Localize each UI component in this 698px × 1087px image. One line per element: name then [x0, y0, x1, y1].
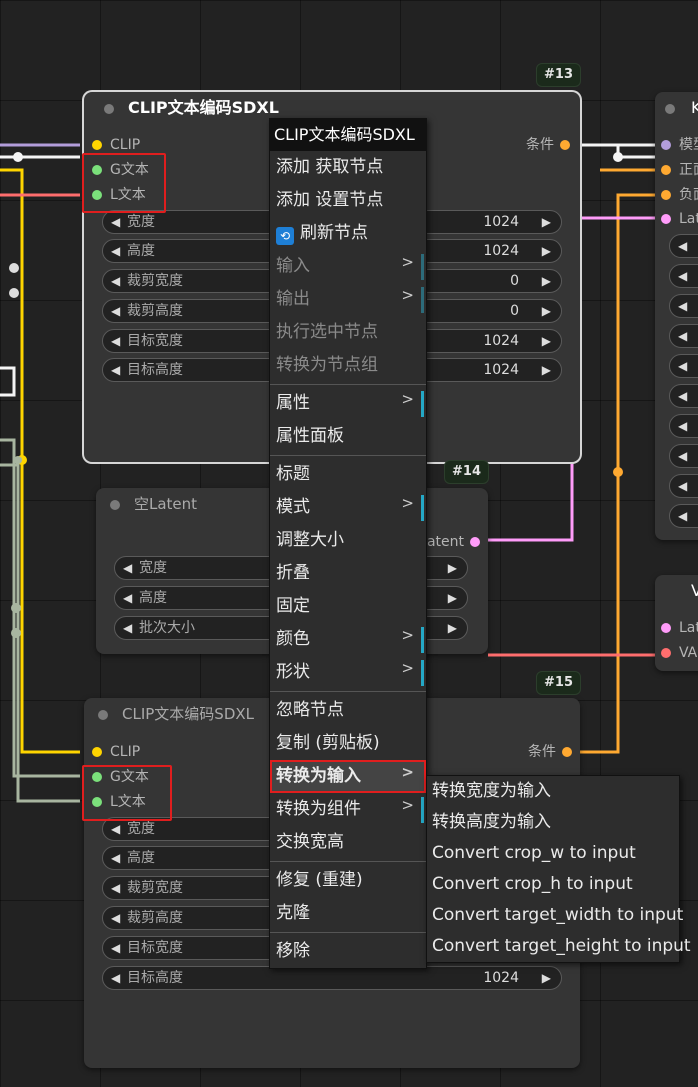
output-latent[interactable]: Latent: [419, 532, 480, 552]
menu-item-clone[interactable]: 克隆: [270, 897, 426, 930]
widget-partial[interactable]: ◀: [669, 234, 698, 258]
submenu-arrow-icon: >: [401, 626, 414, 644]
node-id-badge: #13: [536, 63, 581, 87]
menu-item-mode[interactable]: 模式 >: [270, 491, 426, 524]
context-menu-title: CLIP文本编码SDXL: [270, 119, 426, 151]
submenu-item-convert-target-height[interactable]: Convert target_height to input: [427, 931, 691, 962]
node-ksampler-partial[interactable]: K 模型 正面 负面 Latent ◀ ◀ ◀ ◀ ◀ ◀ ◀ ◀ ◀ ◀: [655, 92, 698, 540]
menu-item-properties[interactable]: 属性 >: [270, 387, 426, 420]
menu-item-add-get-node[interactable]: 添加 获取节点: [270, 151, 426, 184]
menu-separator: [270, 861, 426, 862]
submenu-arrow-icon: >: [401, 286, 414, 304]
submenu-item-convert-crop-h[interactable]: Convert crop_h to input: [427, 869, 679, 900]
input-latent[interactable]: Latent: [661, 618, 698, 638]
menu-item-shapes[interactable]: 形状 >: [270, 656, 426, 689]
widget-partial[interactable]: ◀: [669, 324, 698, 348]
input-clip[interactable]: CLIP: [92, 135, 140, 155]
menu-item-fix-recreate[interactable]: 修复 (重建): [270, 864, 426, 897]
highlight-box-text-inputs-15: [82, 765, 172, 821]
node-title: V: [691, 581, 698, 600]
menu-item-outputs[interactable]: 输出 >: [270, 283, 426, 316]
menu-item-convert-to-group-node[interactable]: 转换为节点组: [270, 349, 426, 382]
output-conditioning[interactable]: 条件: [526, 135, 570, 155]
output-conditioning[interactable]: 条件: [528, 742, 572, 762]
submenu-indicator: [421, 660, 424, 686]
convert-to-input-submenu[interactable]: 转换宽度为输入 转换高度为输入 Convert crop_w to input …: [426, 775, 691, 963]
menu-item-resize[interactable]: 调整大小: [270, 524, 426, 557]
submenu-indicator: [421, 287, 424, 313]
input-vae[interactable]: VAE: [661, 643, 698, 663]
widget-partial[interactable]: ◀: [669, 474, 698, 498]
menu-separator: [270, 455, 426, 456]
node-id-badge: #15: [536, 671, 581, 695]
node-vae-decode-partial[interactable]: V Latent VAE: [655, 575, 698, 671]
menu-item-convert-to-widget[interactable]: 转换为组件 >: [270, 793, 426, 826]
submenu-arrow-icon: >: [401, 763, 414, 781]
widget-target-height[interactable]: ◀ 目标高度 1024 ▶: [102, 966, 562, 990]
submenu-item-convert-height[interactable]: 转换高度为输入: [427, 807, 679, 838]
input-latent[interactable]: Latent: [661, 209, 698, 229]
menu-separator: [270, 932, 426, 933]
menu-item-collapse[interactable]: 折叠: [270, 557, 426, 590]
node-title: K: [691, 98, 698, 117]
submenu-item-convert-width[interactable]: 转换宽度为输入: [427, 776, 679, 807]
submenu-indicator: [421, 391, 424, 417]
menu-item-bypass[interactable]: 忽略节点: [270, 694, 426, 727]
submenu-indicator: [421, 254, 424, 280]
menu-item-swap-width-height[interactable]: 交换宽高: [270, 826, 426, 859]
input-clip[interactable]: CLIP: [92, 742, 140, 762]
menu-item-execute-selected[interactable]: 执行选中节点: [270, 316, 426, 349]
submenu-arrow-icon: >: [401, 796, 414, 814]
menu-item-remove[interactable]: 移除: [270, 935, 426, 968]
input-positive[interactable]: 正面: [661, 160, 698, 180]
input-model[interactable]: 模型: [661, 135, 698, 155]
highlight-box-text-inputs-13: [82, 153, 166, 213]
submenu-arrow-icon: >: [401, 253, 414, 271]
submenu-arrow-icon: >: [401, 659, 414, 677]
submenu-item-convert-crop-w[interactable]: Convert crop_w to input: [427, 838, 679, 869]
refresh-icon: ⟲: [276, 227, 294, 245]
widget-partial[interactable]: ◀: [669, 444, 698, 468]
menu-separator: [270, 691, 426, 692]
widget-partial[interactable]: ◀: [669, 384, 698, 408]
submenu-arrow-icon: >: [401, 494, 414, 512]
widget-partial[interactable]: ◀: [669, 294, 698, 318]
widget-partial[interactable]: ◀: [669, 354, 698, 378]
node-context-menu[interactable]: CLIP文本编码SDXL 添加 获取节点 添加 设置节点 ⟲ 刷新节点 输入 > 输…: [269, 118, 427, 969]
widget-partial[interactable]: ◀: [669, 264, 698, 288]
menu-item-add-set-node[interactable]: 添加 设置节点: [270, 184, 426, 217]
widget-partial[interactable]: ◀: [669, 414, 698, 438]
widget-partial[interactable]: ◀: [669, 504, 698, 528]
submenu-arrow-icon: >: [401, 390, 414, 408]
submenu-indicator: [421, 797, 424, 823]
menu-item-properties-panel[interactable]: 属性面板: [270, 420, 426, 453]
node-id-badge: #14: [444, 460, 489, 484]
submenu-indicator: [421, 495, 424, 521]
input-negative[interactable]: 负面: [661, 185, 698, 205]
submenu-item-convert-target-width[interactable]: Convert target_width to input: [427, 900, 683, 931]
submenu-indicator: [421, 627, 424, 653]
